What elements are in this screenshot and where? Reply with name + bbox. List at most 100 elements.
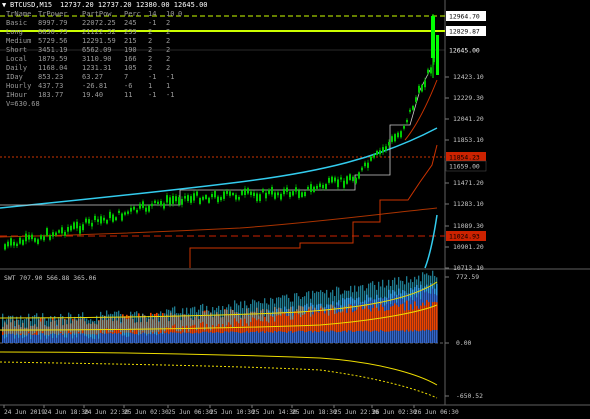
osc-bar-red [358, 306, 360, 331]
candle-body [103, 217, 105, 221]
candle-body [196, 191, 198, 196]
candle-body [397, 132, 399, 138]
candle-body [232, 192, 234, 196]
table-cell: 2 [166, 55, 170, 63]
table-cell: 1231.31 [82, 64, 112, 72]
candle-body [190, 196, 192, 203]
candle-body [373, 154, 375, 158]
candle-body [412, 105, 414, 110]
candle-body [106, 219, 108, 224]
candle-body [163, 203, 165, 209]
v-value: V=630.68 [6, 100, 40, 108]
candle-body [319, 183, 321, 188]
table-cell: 6562.09 [82, 46, 112, 54]
osc-bar-red [320, 305, 322, 331]
candle-body [136, 209, 138, 213]
candle-body [241, 190, 243, 195]
table-cell: Long [6, 28, 23, 36]
osc-bar-red [414, 301, 416, 330]
table-cell: 2 [148, 28, 152, 36]
osc-bar-red [388, 310, 390, 332]
osc-bar-red [370, 311, 372, 332]
candle-body [331, 176, 333, 183]
candle-body [268, 189, 270, 194]
candle-body [25, 233, 27, 242]
price-label: 12645.00 [449, 47, 480, 55]
candle-body [58, 230, 60, 233]
price-tick-label: 11283.10 [453, 200, 484, 208]
table-cell: -26.81 [82, 82, 107, 90]
candle-body [127, 211, 129, 214]
candle-body [7, 241, 9, 247]
table-cell: -1 [148, 19, 156, 27]
osc-tick-label: -650.52 [456, 392, 483, 400]
time-tick-label: 25 Jun 02:30 [124, 409, 169, 416]
candle-body [142, 201, 144, 208]
osc-bar-red [390, 306, 392, 331]
candle-body [202, 196, 204, 200]
table-cell: Short [6, 46, 27, 54]
candle-body [301, 192, 303, 197]
table-cell: 853.23 [38, 73, 63, 81]
table-cell: 215 [124, 37, 137, 45]
table-header-cell: TrName [6, 10, 31, 18]
candle-body [28, 234, 30, 240]
candle-body [250, 191, 252, 195]
candle-body [118, 210, 120, 213]
candle-body [274, 192, 276, 199]
osc-bar-red [398, 306, 400, 331]
osc-bar-red [430, 307, 432, 332]
osc-bar-red [392, 305, 394, 331]
candle-body [166, 195, 168, 203]
candle-body [430, 67, 432, 74]
candle-body [193, 193, 195, 201]
candle-body [61, 227, 63, 234]
candle-body [259, 194, 261, 202]
chart-window[interactable]: ▼ BTCUSD,M15 12737.20 12737.20 12380.00 … [0, 0, 590, 419]
candle-body [385, 146, 387, 151]
osc-bar-red [282, 311, 284, 332]
candle-body [424, 80, 426, 88]
candle-body [400, 131, 402, 138]
table-cell: 2 [166, 37, 170, 45]
time-tick-label: 26 Jun 06:30 [414, 409, 459, 416]
candle-body [256, 193, 258, 202]
osc-bar-red [412, 309, 414, 332]
osc-bar-red [366, 305, 368, 331]
candle-body [79, 226, 81, 234]
osc-bar-red [316, 311, 318, 332]
osc-bar-red [344, 305, 346, 331]
osc-bar-red [380, 302, 382, 331]
osc-bar-red [340, 311, 342, 332]
osc-bar-red [350, 305, 352, 331]
chart-header: ▼ BTCUSD,M15 12737.20 12737.20 12380.00 … [2, 1, 208, 9]
ohlc-values: 12737.20 12737.20 12380.00 12645.00 [60, 1, 208, 9]
time-tick-label: 25 Jun 18:30 [292, 409, 337, 416]
candle-body [367, 162, 369, 168]
table-cell: 437.73 [38, 82, 63, 90]
candle-body [391, 136, 393, 142]
price-tick-label: 11471.20 [453, 179, 484, 187]
candle-body [154, 200, 156, 204]
candle-body [289, 191, 291, 198]
osc-bar-red [402, 303, 404, 331]
candle-body [292, 191, 294, 196]
candle-body [178, 197, 180, 205]
table-cell: -1 [148, 91, 156, 99]
candle-body [286, 187, 288, 192]
candle-body [313, 186, 315, 192]
candle-body [253, 192, 255, 196]
price-label: 11659.00 [449, 163, 480, 171]
candle-body [67, 227, 69, 232]
osc-bar-red [384, 311, 386, 332]
candle-body [328, 177, 330, 183]
candle-body [394, 134, 396, 142]
osc-bar-red [286, 315, 288, 333]
candle-body [130, 207, 132, 212]
candle-body [151, 203, 153, 207]
table-cell: 2 [166, 19, 170, 27]
candle-body [304, 191, 306, 197]
time-tick-label: 25 Jun 14:30 [252, 409, 297, 416]
candle-body [223, 191, 225, 199]
candle-body [310, 184, 312, 192]
